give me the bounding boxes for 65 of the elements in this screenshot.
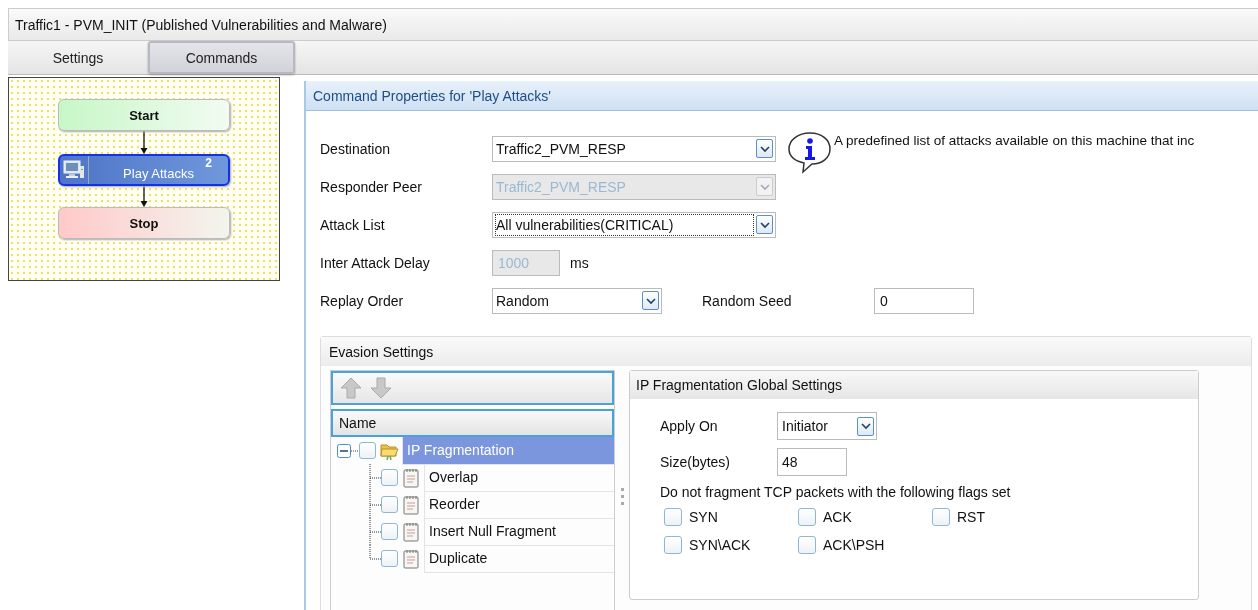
input-field[interactable]: 48 <box>777 448 847 476</box>
checkbox-label: ACK\PSH <box>823 537 885 553</box>
input-field[interactable]: 0 <box>874 287 974 314</box>
flow-node[interactable]: Stop <box>58 207 230 239</box>
checkbox-label: RST <box>957 509 985 525</box>
count-label: 2 <box>205 156 212 170</box>
field-label: Size(bytes) <box>660 454 732 470</box>
tree-item[interactable]: Overlap <box>424 463 614 492</box>
checkbox[interactable] <box>798 508 816 526</box>
column-header[interactable]: Name <box>331 409 614 437</box>
checkbox-label: ACK <box>823 509 852 525</box>
collapse-icon[interactable] <box>337 443 359 458</box>
dropdown[interactable]: Random <box>492 287 662 314</box>
dropdown-caret-icon[interactable] <box>756 215 773 234</box>
flow-arrow <box>140 186 148 207</box>
splitter-grip[interactable] <box>620 486 624 506</box>
tab[interactable]: Settings <box>8 41 148 74</box>
checkbox[interactable] <box>381 469 398 486</box>
dropdown-caret-icon[interactable] <box>642 291 659 310</box>
info-icon <box>786 130 834 174</box>
flow-node[interactable]: Play Attacks 2 <box>58 154 230 186</box>
checkbox[interactable] <box>381 523 398 540</box>
checkbox[interactable] <box>381 550 398 567</box>
checkbox[interactable] <box>381 496 398 513</box>
field-label: Responder Peer <box>320 178 423 195</box>
dropdown-caret-icon[interactable] <box>857 416 874 436</box>
checkbox-label: SYN\ACK <box>689 537 751 553</box>
tree-item[interactable]: Duplicate <box>424 544 614 573</box>
checkbox[interactable] <box>798 536 816 554</box>
field-label: Destination <box>320 140 392 157</box>
tree-connector <box>369 491 381 518</box>
note-icon <box>403 467 419 488</box>
dropdown[interactable]: Traffic2_PVM_RESP <box>492 135 776 162</box>
tree-item[interactable]: Insert Null Fragment <box>424 517 614 546</box>
unit-label: ms <box>570 254 589 271</box>
move-down-button[interactable] <box>369 376 393 400</box>
dropdown[interactable]: All vulnerabilities(CRITICAL) <box>492 211 776 238</box>
note-icon <box>403 494 419 515</box>
note-icon <box>403 521 419 542</box>
field-label: Inter Attack Delay <box>320 254 431 271</box>
section-title: IP Fragmentation Global Settings <box>636 377 842 393</box>
note-icon <box>403 548 419 569</box>
checkbox[interactable] <box>664 508 682 526</box>
checkbox[interactable] <box>664 536 682 554</box>
tree-item[interactable]: Reorder <box>424 490 614 519</box>
info-text: A predefined list of attacks available on this machine that inc <box>834 133 1195 148</box>
dropdown-caret-icon[interactable] <box>756 139 773 158</box>
flow-arrow <box>140 131 148 154</box>
window-title: Traffic1 - PVM_INIT (Published Vulnerabilities and Malware) <box>8 8 1258 41</box>
field-label: Attack List <box>320 216 386 233</box>
field-label: Apply On <box>660 418 719 434</box>
flow-node[interactable]: Start <box>58 99 230 131</box>
panel-title: Command Properties for 'Play Attacks' <box>306 81 1258 111</box>
checkbox-label: SYN <box>689 509 718 525</box>
flags-description: Do not fragment TCP packets with the following flags set <box>660 484 1012 500</box>
computer-icon <box>63 160 85 180</box>
dropdown[interactable]: Initiator <box>777 412 877 440</box>
field-label: Random Seed <box>702 292 793 309</box>
field-label: Replay Order <box>320 292 405 309</box>
section-title: Evasion Settings <box>329 343 434 360</box>
checkbox[interactable] <box>932 508 950 526</box>
tab[interactable]: Commands <box>148 41 295 74</box>
tree-connector <box>369 464 381 491</box>
checkbox[interactable] <box>359 442 376 459</box>
move-up-button[interactable] <box>339 376 363 400</box>
